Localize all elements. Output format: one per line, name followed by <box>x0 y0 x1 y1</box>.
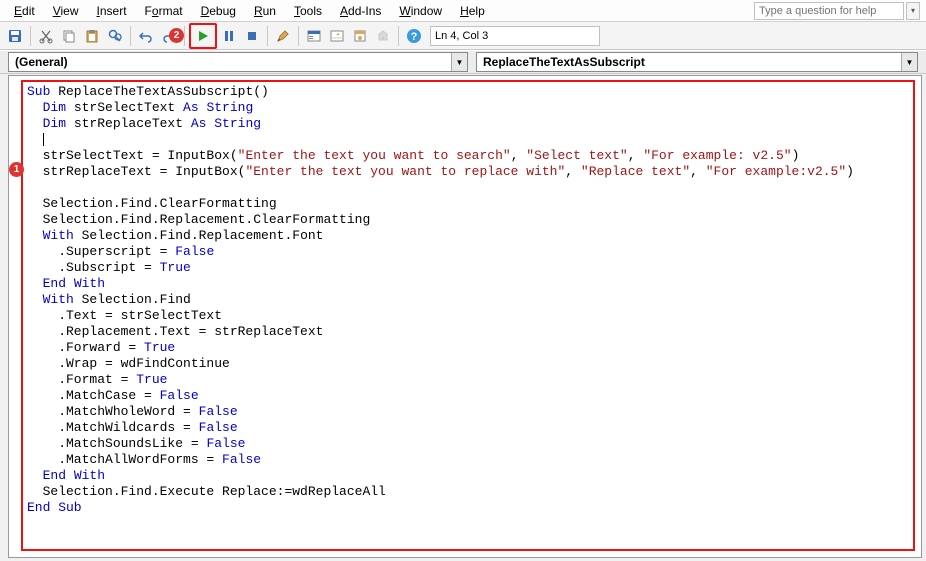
separator <box>130 26 131 46</box>
redo-button[interactable]: 2 <box>158 25 180 47</box>
annotation-badge-2: 2 <box>169 28 184 43</box>
run-button[interactable] <box>192 25 214 47</box>
paste-button[interactable] <box>81 25 103 47</box>
help-search: ▾ <box>754 2 920 20</box>
separator <box>298 26 299 46</box>
menu-insert[interactable]: Insert <box>89 2 135 20</box>
menu-window[interactable]: Window <box>391 2 450 20</box>
toolbar: 2 ? Ln 4, Col 3 <box>0 22 926 50</box>
code-editor[interactable]: 1 Sub ReplaceTheTextAsSubscript() Dim st… <box>8 75 922 558</box>
run-button-highlight <box>189 23 217 49</box>
design-mode-button[interactable] <box>272 25 294 47</box>
copy-button[interactable] <box>58 25 80 47</box>
annotation-badge-1: 1 <box>9 162 24 177</box>
cursor-position: Ln 4, Col 3 <box>430 26 600 46</box>
separator <box>267 26 268 46</box>
menu-view[interactable]: View <box>45 2 87 20</box>
cut-button[interactable] <box>35 25 57 47</box>
menu-bar: Edit View Insert Format Debug Run Tools … <box>0 0 926 22</box>
help-button[interactable]: ? <box>403 25 425 47</box>
break-button[interactable] <box>218 25 240 47</box>
menu-format[interactable]: Format <box>137 2 191 20</box>
svg-text:?: ? <box>411 31 418 43</box>
menu-addins[interactable]: Add-Ins <box>332 2 389 20</box>
undo-button[interactable] <box>135 25 157 47</box>
find-button[interactable] <box>104 25 126 47</box>
toolbox-button[interactable] <box>372 25 394 47</box>
project-explorer-button[interactable] <box>303 25 325 47</box>
object-combo-arrow-icon[interactable]: ▼ <box>451 53 467 71</box>
menu-help[interactable]: Help <box>452 2 493 20</box>
help-search-input[interactable] <box>754 2 904 20</box>
object-browser-button[interactable] <box>349 25 371 47</box>
object-combo[interactable]: (General) ▼ <box>8 52 468 72</box>
reset-button[interactable] <box>241 25 263 47</box>
properties-button[interactable] <box>326 25 348 47</box>
procedure-combo-text: ReplaceTheTextAsSubscript <box>477 55 901 69</box>
save-button[interactable] <box>4 25 26 47</box>
object-combo-text: (General) <box>9 55 451 69</box>
separator <box>398 26 399 46</box>
separator <box>30 26 31 46</box>
menu-tools[interactable]: Tools <box>286 2 330 20</box>
procedure-combo[interactable]: ReplaceTheTextAsSubscript ▼ <box>476 52 918 72</box>
menu-debug[interactable]: Debug <box>193 2 244 20</box>
separator <box>184 26 185 46</box>
menu-edit[interactable]: Edit <box>6 2 43 20</box>
help-search-dropdown-icon[interactable]: ▾ <box>906 2 920 20</box>
code-text[interactable]: Sub ReplaceTheTextAsSubscript() Dim strS… <box>27 84 911 547</box>
code-dropdown-bar: (General) ▼ ReplaceTheTextAsSubscript ▼ <box>0 50 926 74</box>
procedure-combo-arrow-icon[interactable]: ▼ <box>901 53 917 71</box>
menu-run[interactable]: Run <box>246 2 284 20</box>
